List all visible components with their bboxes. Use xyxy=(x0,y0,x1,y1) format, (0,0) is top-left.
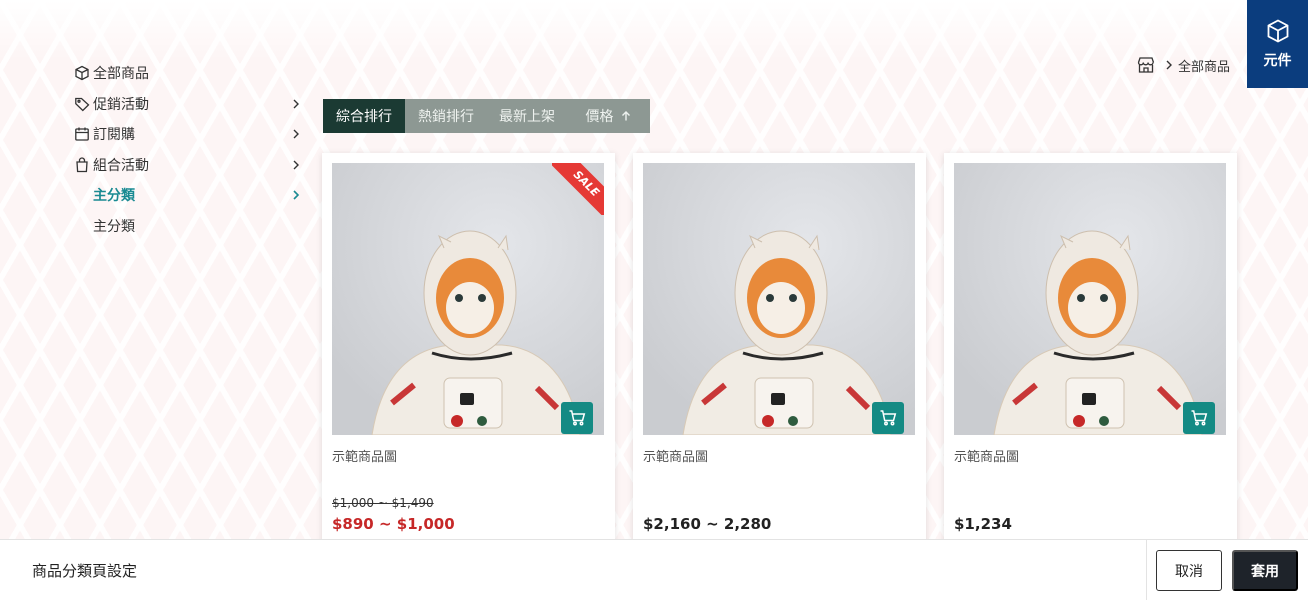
sidebar-item-bundles[interactable]: 組合活動 xyxy=(74,150,306,181)
arrow-up-icon xyxy=(620,110,632,122)
product-card[interactable]: 示範商品圖 $2,160 ~ 2,280 xyxy=(633,153,926,553)
product-price: $1,234 xyxy=(954,515,1012,533)
tab-label: 價格 xyxy=(585,109,614,125)
chevron-right-icon xyxy=(290,128,302,140)
tag-icon xyxy=(74,96,90,112)
product-image[interactable]: SALE xyxy=(332,163,604,435)
component-button[interactable]: 元件 xyxy=(1247,0,1308,88)
page-background xyxy=(0,0,1308,60)
product-name[interactable]: 示範商品圖 xyxy=(332,446,397,465)
cart-icon xyxy=(568,409,586,427)
chevron-right-icon xyxy=(290,98,302,110)
original-price: $1,000 ~ $1,490 xyxy=(332,496,434,510)
chevron-right-icon xyxy=(290,159,302,171)
sidebar-item-promotions[interactable]: 促銷活動 xyxy=(74,89,306,120)
settings-title: 商品分類頁設定 xyxy=(32,562,138,580)
sidebar-item-main-category-active[interactable]: 主分類 xyxy=(74,180,306,211)
product-image[interactable] xyxy=(954,163,1226,435)
sale-badge: SALE xyxy=(552,163,604,215)
breadcrumb-current: 全部商品 xyxy=(1178,59,1231,75)
store-icon[interactable] xyxy=(1136,55,1156,75)
apply-button[interactable]: 套用 xyxy=(1232,550,1298,591)
cancel-button[interactable]: 取消 xyxy=(1156,550,1222,591)
product-name[interactable]: 示範商品圖 xyxy=(643,446,708,465)
footer-divider xyxy=(1146,540,1147,600)
chevron-right-icon xyxy=(1162,58,1176,72)
product-name[interactable]: 示範商品圖 xyxy=(954,446,1019,465)
tab-overall-ranking[interactable]: 綜合排行 xyxy=(323,99,405,133)
add-to-cart-button[interactable] xyxy=(872,402,904,434)
sidebar-item-label: 促銷活動 xyxy=(93,96,149,113)
product-card[interactable]: 示範商品圖 $1,234 xyxy=(944,153,1237,553)
sidebar-item-all-products[interactable]: 全部商品 xyxy=(74,58,306,89)
cart-icon xyxy=(879,409,897,427)
add-to-cart-button[interactable] xyxy=(561,402,593,434)
calendar-icon xyxy=(74,126,90,142)
breadcrumb: 全部商品 xyxy=(1136,55,1230,75)
tab-newest[interactable]: 最新上架 xyxy=(487,99,567,133)
sidebar-item-label: 全部商品 xyxy=(93,66,149,83)
cart-icon xyxy=(1190,409,1208,427)
sidebar-item-label: 訂閱購 xyxy=(93,127,135,144)
tab-best-selling[interactable]: 熱銷排行 xyxy=(405,99,487,133)
component-button-label: 元件 xyxy=(1263,53,1292,69)
product-image[interactable] xyxy=(643,163,915,435)
sidebar-item-subscriptions[interactable]: 訂閱購 xyxy=(74,119,306,150)
sort-tabs: 綜合排行 熱銷排行 最新上架 價格 xyxy=(323,99,650,133)
bag-icon xyxy=(74,157,90,173)
sidebar-item-label: 主分類 xyxy=(93,218,135,235)
tab-label: 最新上架 xyxy=(499,109,555,125)
category-sidebar: 全部商品 促銷活動 訂閱購 組合活動 主分類 主分類 xyxy=(74,58,306,241)
tab-label: 綜合排行 xyxy=(336,109,392,125)
product-price: $2,160 ~ 2,280 xyxy=(643,515,772,533)
settings-footer: 商品分類頁設定 取消 套用 xyxy=(0,539,1308,600)
product-card[interactable]: SALE 示範商品圖 $1,000 ~ $1,490 $890 ~ $1,000 xyxy=(322,153,615,553)
tab-label: 熱銷排行 xyxy=(418,109,474,125)
chevron-right-icon xyxy=(290,189,302,201)
box-icon xyxy=(74,65,90,81)
sidebar-item-label: 組合活動 xyxy=(93,157,149,174)
add-to-cart-button[interactable] xyxy=(1183,402,1215,434)
product-price: $890 ~ $1,000 xyxy=(332,515,455,533)
sale-badge-label: SALE xyxy=(552,163,604,215)
tab-price[interactable]: 價格 xyxy=(567,99,650,133)
sidebar-item-main-category[interactable]: 主分類 xyxy=(74,211,306,242)
cube-icon xyxy=(1265,18,1291,44)
sidebar-item-label: 主分類 xyxy=(93,188,135,205)
